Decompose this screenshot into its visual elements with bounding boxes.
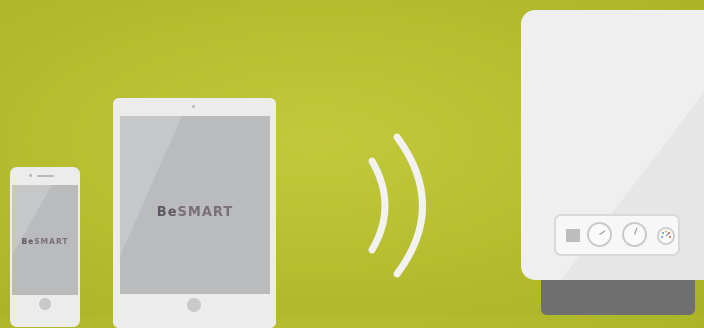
- tablet-home-button: [187, 298, 201, 312]
- boiler-control-panel: [554, 214, 680, 256]
- phone-speaker: [37, 175, 54, 177]
- pressure-gauge-icon: [657, 227, 675, 245]
- tablet-screen: BeSMART: [120, 116, 270, 294]
- phone-camera: [29, 174, 32, 177]
- tablet-camera: [192, 105, 195, 108]
- smartphone: BeSMART: [10, 167, 80, 327]
- tablet: BeSMART: [113, 98, 276, 328]
- boiler-base: [541, 278, 695, 315]
- dial-knob-icon: [622, 222, 647, 247]
- dial-knob-icon: [587, 222, 612, 247]
- display-square: [566, 229, 580, 242]
- besmart-logo: BeSMART: [21, 237, 69, 246]
- besmart-logo: BeSMART: [156, 205, 234, 220]
- wifi-signal-icon: [368, 133, 426, 278]
- phone-home-button: [39, 298, 51, 310]
- phone-screen: BeSMART: [12, 185, 78, 295]
